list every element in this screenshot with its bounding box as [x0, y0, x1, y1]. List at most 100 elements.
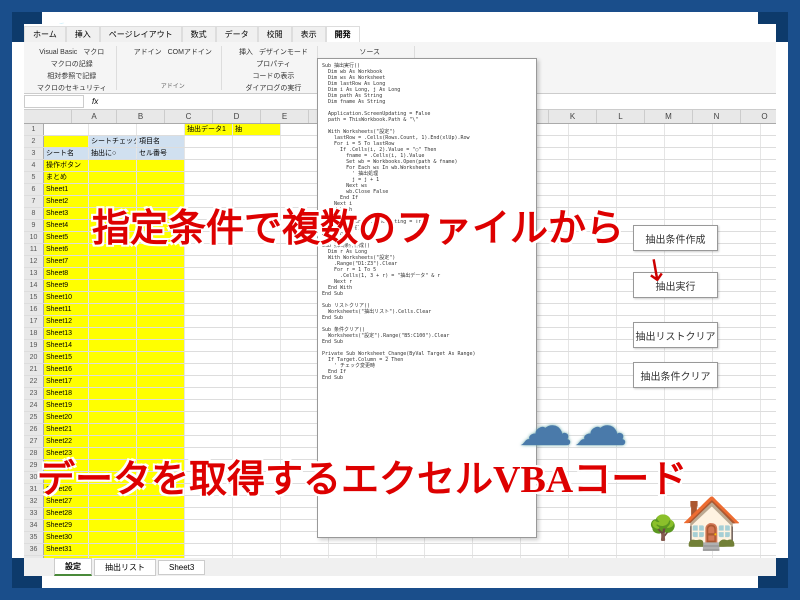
cell[interactable] — [89, 184, 137, 195]
cell[interactable] — [233, 412, 281, 423]
cell[interactable] — [569, 328, 617, 339]
cell[interactable] — [713, 124, 761, 135]
row-header[interactable]: 25 — [24, 412, 44, 423]
cell[interactable] — [233, 352, 281, 363]
cell[interactable] — [89, 304, 137, 315]
cell[interactable] — [185, 412, 233, 423]
cell[interactable] — [89, 292, 137, 303]
cell[interactable] — [233, 328, 281, 339]
row-header[interactable]: 17 — [24, 316, 44, 327]
cell[interactable] — [473, 544, 521, 555]
cell[interactable] — [569, 316, 617, 327]
cell[interactable] — [713, 232, 761, 243]
cell[interactable] — [713, 316, 761, 327]
cell[interactable] — [89, 412, 137, 423]
row-header[interactable]: 11 — [24, 244, 44, 255]
cell[interactable] — [185, 136, 233, 147]
cell[interactable] — [665, 388, 713, 399]
cell[interactable]: Sheet4 — [44, 220, 89, 231]
cell[interactable]: Sheet6 — [44, 244, 89, 255]
cell[interactable] — [137, 424, 185, 435]
cell[interactable] — [665, 184, 713, 195]
cell[interactable] — [233, 400, 281, 411]
column-header[interactable]: E — [261, 110, 309, 123]
cell[interactable] — [89, 436, 137, 447]
cell[interactable]: Sheet2 — [44, 196, 89, 207]
ribbon-button[interactable]: Visual Basic — [36, 48, 80, 57]
cell[interactable] — [137, 412, 185, 423]
cell[interactable] — [233, 436, 281, 447]
row-header[interactable]: 24 — [24, 400, 44, 411]
sheet-tab[interactable]: 抽出リスト — [94, 559, 156, 576]
cell[interactable] — [233, 544, 281, 555]
cell[interactable]: Sheet10 — [44, 292, 89, 303]
cell[interactable] — [665, 424, 713, 435]
ribbon-button[interactable]: マクロのセキュリティ — [34, 82, 110, 94]
cell[interactable] — [665, 208, 713, 219]
cell[interactable] — [665, 400, 713, 411]
cell[interactable] — [185, 508, 233, 519]
cell[interactable]: 抽出データ1 — [185, 124, 233, 135]
cell[interactable] — [665, 148, 713, 159]
cell[interactable] — [617, 136, 665, 147]
cell[interactable]: Sheet8 — [44, 268, 89, 279]
cell[interactable] — [233, 256, 281, 267]
cell[interactable] — [329, 544, 377, 555]
cell[interactable] — [713, 412, 761, 423]
row-header[interactable]: 9 — [24, 220, 44, 231]
cell[interactable] — [713, 172, 761, 183]
row-header[interactable]: 18 — [24, 328, 44, 339]
cell[interactable] — [185, 532, 233, 543]
cell[interactable] — [569, 280, 617, 291]
row-header[interactable]: 13 — [24, 268, 44, 279]
cell[interactable] — [233, 532, 281, 543]
ribbon-tab[interactable]: データ — [216, 26, 258, 42]
row-header[interactable]: 15 — [24, 292, 44, 303]
cell[interactable] — [521, 544, 569, 555]
row-header[interactable]: 1 — [24, 124, 44, 135]
cell[interactable] — [89, 124, 137, 135]
ribbon-button[interactable]: ダイアログの実行 — [242, 82, 304, 94]
cell[interactable] — [377, 544, 425, 555]
cell[interactable]: Sheet22 — [44, 436, 89, 447]
cell[interactable] — [569, 520, 617, 531]
cell[interactable] — [233, 520, 281, 531]
cell[interactable]: Sheet7 — [44, 256, 89, 267]
cell[interactable]: シート名 — [44, 148, 89, 159]
cell[interactable] — [713, 448, 761, 459]
cell[interactable] — [569, 508, 617, 519]
cell[interactable] — [233, 340, 281, 351]
cell[interactable]: Sheet1 — [44, 184, 89, 195]
cell[interactable] — [713, 220, 761, 231]
row-header[interactable]: 27 — [24, 436, 44, 447]
cell[interactable] — [281, 544, 329, 555]
ribbon-tab[interactable]: 校閲 — [258, 26, 292, 42]
ribbon-button[interactable]: マクロ — [80, 46, 107, 58]
cell[interactable] — [713, 460, 761, 471]
cell[interactable] — [665, 196, 713, 207]
cell[interactable] — [185, 268, 233, 279]
cell[interactable] — [569, 544, 617, 555]
ribbon-button[interactable]: デザインモード — [256, 46, 311, 58]
row-header[interactable]: 10 — [24, 232, 44, 243]
cell[interactable] — [137, 328, 185, 339]
cell[interactable]: 抽 — [233, 124, 281, 135]
cell[interactable] — [89, 388, 137, 399]
cell[interactable] — [233, 292, 281, 303]
row-header[interactable]: 8 — [24, 208, 44, 219]
cell[interactable] — [713, 136, 761, 147]
cell[interactable] — [137, 352, 185, 363]
cell[interactable] — [137, 544, 185, 555]
ribbon-tab[interactable]: ページレイアウト — [100, 26, 182, 42]
cell[interactable] — [89, 352, 137, 363]
cell[interactable] — [569, 364, 617, 375]
ribbon-tab[interactable]: 開発 — [326, 26, 360, 42]
ribbon-button[interactable]: プロパティ — [253, 58, 294, 70]
cell[interactable] — [137, 532, 185, 543]
cell[interactable]: Sheet18 — [44, 388, 89, 399]
column-header[interactable]: A — [72, 110, 117, 123]
cell[interactable] — [185, 292, 233, 303]
cell[interactable] — [713, 148, 761, 159]
cell[interactable] — [233, 160, 281, 171]
cell[interactable] — [137, 400, 185, 411]
